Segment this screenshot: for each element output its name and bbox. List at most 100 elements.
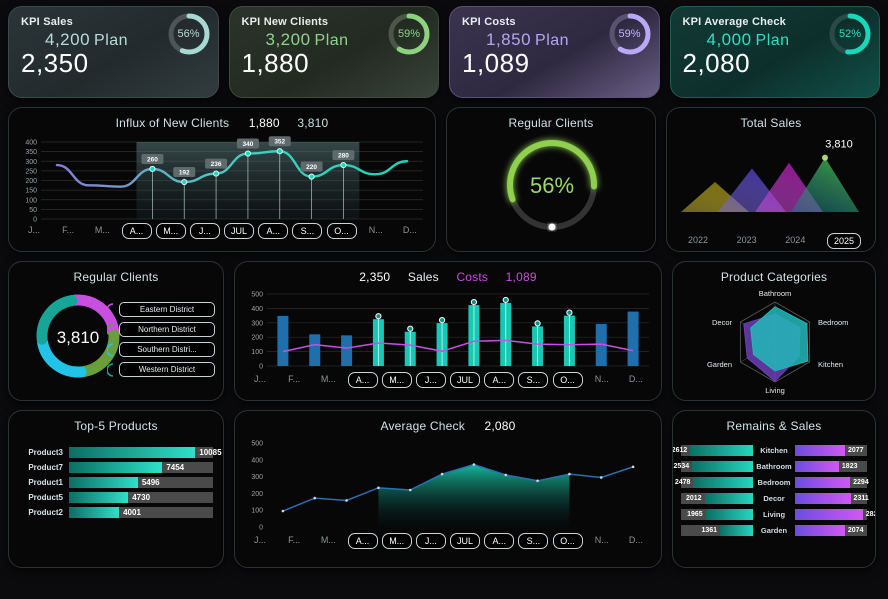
- costs-label: Costs: [456, 270, 489, 284]
- kpi-plan-label: Plan: [755, 32, 790, 49]
- top5-list: Product3 10085 Product7 7454 Product1 5496 Pro…: [9, 433, 223, 518]
- month-chip-0[interactable]: J...: [245, 372, 275, 388]
- month-chip-8[interactable]: S...: [518, 533, 549, 549]
- month-chip-10[interactable]: N...: [361, 223, 391, 239]
- remains-bar: 2612: [673, 445, 753, 456]
- year-chip-2025[interactable]: 2025: [826, 233, 861, 249]
- average-check-chart: 500 400 300 200 100 0: [251, 441, 635, 532]
- top5-row: Product7 7454: [15, 462, 213, 473]
- month-chip-7[interactable]: A...: [258, 223, 289, 239]
- sales-bar-fill: [795, 509, 863, 520]
- legend-label[interactable]: Western District: [119, 362, 215, 377]
- panel-title: Influx of New Clients 1,880 3,810: [9, 108, 435, 130]
- sales-costs-month-selector[interactable]: J... F... M... A... M... J... JUL A... S... O... N…: [235, 372, 661, 388]
- svg-text:300: 300: [251, 474, 263, 481]
- month-chip-3[interactable]: A...: [347, 372, 378, 388]
- month-chip-10[interactable]: N...: [587, 533, 617, 549]
- month-chip-11[interactable]: D...: [395, 223, 425, 239]
- month-chip-5[interactable]: J...: [415, 533, 446, 549]
- product-value: 10085: [199, 448, 222, 457]
- kpi-card-average-check[interactable]: KPI Average Check 4,000 Plan 2,080 52%: [669, 6, 880, 98]
- product-value: 4730: [132, 493, 151, 502]
- month-chip-11[interactable]: D...: [621, 533, 651, 549]
- top5-row: Product2 4001: [15, 507, 213, 518]
- influx-month-selector[interactable]: J... F... M... A... M... J... JUL A... S... O... N…: [9, 223, 435, 239]
- month-chip-11[interactable]: D...: [621, 372, 651, 388]
- product-bar-fill: [69, 507, 120, 518]
- svg-text:300: 300: [25, 159, 37, 166]
- month-chip-6[interactable]: JUL: [450, 372, 481, 388]
- legend-label[interactable]: Eastern District: [119, 302, 215, 317]
- month-chip-0[interactable]: J...: [245, 533, 275, 549]
- month-chip-7[interactable]: A...: [484, 533, 515, 549]
- year-chip-2023[interactable]: 2023: [730, 233, 764, 249]
- kpi-card-new-clients[interactable]: KPI New Clients 3,200 Plan 1,880 59%: [228, 6, 439, 98]
- kpi-card-costs[interactable]: KPI Costs 1,850 Plan 1,089 59%: [449, 6, 660, 98]
- chart-row-1: Influx of New Clients 1,880 3,810 400 350…: [8, 107, 880, 252]
- remains-value: 1965: [687, 511, 703, 518]
- remains-value: 2612: [672, 447, 688, 454]
- month-chip-5[interactable]: J...: [189, 223, 220, 239]
- remains-bar: 2534: [674, 461, 753, 472]
- month-chip-2[interactable]: M...: [313, 372, 343, 388]
- legend-item-1[interactable]: Northern District: [107, 322, 215, 337]
- legend-item-0[interactable]: Eastern District: [107, 302, 215, 317]
- month-chip-1[interactable]: F...: [279, 533, 309, 549]
- remains-value: 1361: [701, 527, 718, 534]
- svg-text:100: 100: [251, 508, 263, 515]
- legend-label[interactable]: Southern Distri...: [119, 342, 215, 357]
- month-chip-9[interactable]: O...: [326, 223, 357, 239]
- kpi-percent: 59%: [618, 28, 641, 40]
- total-sales-year-selector[interactable]: 2022 2023 2024 2025: [667, 233, 875, 249]
- panel-regular-clients-donut: Regular Clients 3,810 Eastern District No…: [8, 261, 224, 401]
- month-chip-6[interactable]: JUL: [450, 533, 481, 549]
- kpi-card-sales[interactable]: KPI Sales 4,200 Plan 2,350 56%: [8, 6, 219, 98]
- month-chip-9[interactable]: O...: [552, 372, 583, 388]
- month-chip-4[interactable]: M...: [155, 223, 186, 239]
- svg-text:250: 250: [25, 168, 37, 175]
- top5-row: Product1 5496: [15, 477, 213, 488]
- remains-value: 2478: [674, 479, 691, 486]
- year-chip-2022[interactable]: 2022: [681, 233, 715, 249]
- month-chip-4[interactable]: M...: [381, 372, 412, 388]
- month-chip-10[interactable]: N...: [587, 372, 617, 388]
- month-chip-2[interactable]: M...: [313, 533, 343, 549]
- month-chip-4[interactable]: M...: [381, 533, 412, 549]
- product-bar-fill: [69, 447, 196, 458]
- sales-bar: 2311: [795, 493, 869, 504]
- product-bar-track: 7454: [69, 462, 213, 473]
- month-chip-6[interactable]: JUL: [224, 223, 255, 239]
- month-chip-5[interactable]: J...: [415, 372, 446, 388]
- remains-bar-fill: [720, 525, 753, 536]
- sales-costs-chart: 500 400 300 200 100 0: [251, 292, 649, 371]
- month-chip-3[interactable]: A...: [121, 223, 152, 239]
- sales-bar-fill: [795, 525, 845, 536]
- remains-bar-fill: [690, 445, 753, 456]
- svg-text:400: 400: [251, 306, 263, 313]
- legend-item-3[interactable]: Western District: [107, 362, 215, 377]
- average-check-month-selector[interactable]: J... F... M... A... M... J... JUL A... S... O... N…: [235, 533, 661, 549]
- panel-remains-and-sales: Remains & Sales 2612 Kitchen 2077 2534 Bathr…: [672, 410, 876, 568]
- svg-text:200: 200: [251, 491, 263, 498]
- month-chip-1[interactable]: F...: [53, 223, 83, 239]
- month-chip-3[interactable]: A...: [347, 533, 378, 549]
- legend-item-2[interactable]: Southern Distri...: [107, 342, 215, 357]
- month-chip-8[interactable]: S...: [518, 372, 549, 388]
- sales-bar: 2077: [795, 445, 867, 456]
- sales-bar: 2294: [795, 477, 869, 488]
- month-chip-7[interactable]: A...: [484, 372, 515, 388]
- chart-row-3: Top-5 Products Product3 10085 Product7 7454…: [8, 410, 880, 568]
- year-chip-2024[interactable]: 2024: [778, 233, 812, 249]
- district-legend[interactable]: Eastern District Northern District Souther…: [107, 302, 215, 382]
- legend-label[interactable]: Northern District: [119, 322, 215, 337]
- product-categories-radar: Bathroom Bedroom Kitchen Living Garden Decor: [707, 289, 848, 395]
- month-chip-0[interactable]: J...: [19, 223, 49, 239]
- svg-text:50: 50: [29, 207, 37, 214]
- month-chip-8[interactable]: S...: [292, 223, 323, 239]
- month-chip-2[interactable]: M...: [87, 223, 117, 239]
- kpi-row: KPI Sales 4,200 Plan 2,350 56% KPI New Cl…: [8, 6, 880, 98]
- month-chip-9[interactable]: O...: [552, 533, 583, 549]
- kpi-plan-label: Plan: [94, 32, 129, 49]
- category-label: Bedroom: [757, 478, 791, 487]
- month-chip-1[interactable]: F...: [279, 372, 309, 388]
